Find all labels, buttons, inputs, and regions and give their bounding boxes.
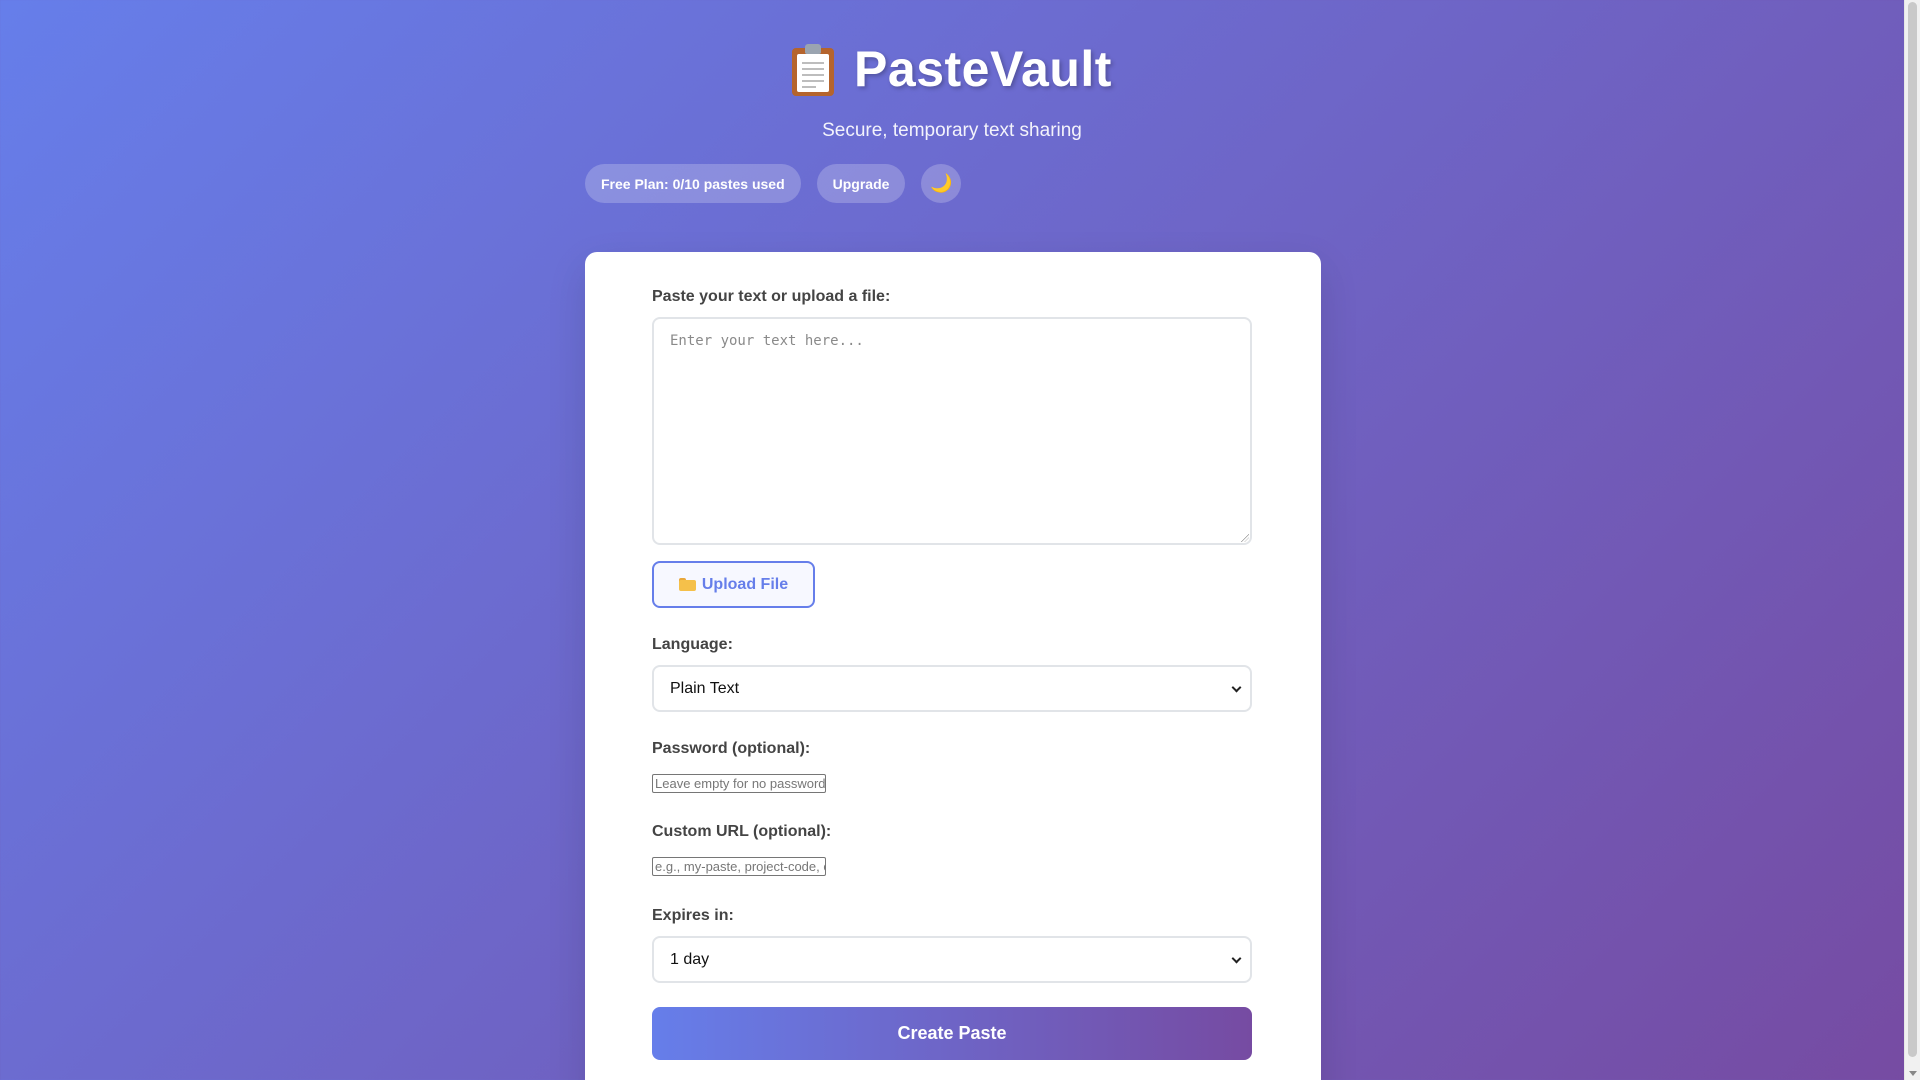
- custom-url-label: Custom URL (optional):: [652, 823, 832, 840]
- scroll-down-arrow-icon[interactable]: [1909, 1071, 1917, 1076]
- plan-usage-badge: Free Plan: 0/10 pastes used: [585, 164, 801, 203]
- password-label: Password (optional):: [652, 740, 811, 757]
- chevron-down-icon: [1231, 953, 1242, 964]
- create-paste-button[interactable]: Create Paste: [652, 1007, 1252, 1060]
- scrollbar-thumb[interactable]: [1908, 2, 1917, 1057]
- custom-url-input[interactable]: e.g., my-paste, project-code, etc.: [652, 857, 826, 876]
- textarea-resize-handle[interactable]: [1241, 534, 1249, 542]
- folder-icon: [678, 578, 696, 591]
- title-row: PasteVault: [0, 40, 1904, 98]
- password-input[interactable]: Leave empty for no password: [652, 774, 826, 793]
- app-subtitle: Secure, temporary text sharing: [822, 120, 1082, 141]
- moon-icon: 🌙: [930, 173, 953, 193]
- chevron-down-icon: [1231, 682, 1242, 693]
- upload-file-button[interactable]: Upload File: [652, 561, 815, 608]
- password-placeholder: Leave empty for no password: [655, 776, 826, 791]
- status-bar: Free Plan: 0/10 pastes used Upgrade 🌙: [585, 164, 962, 203]
- upload-file-label: Upload File: [701, 575, 789, 593]
- theme-toggle-button[interactable]: 🌙: [921, 164, 962, 203]
- custom-url-placeholder: e.g., my-paste, project-code, etc.: [655, 859, 826, 874]
- paste-form-card: Paste your text or upload a file: Upload…: [585, 252, 1321, 1080]
- page: PasteVault Secure, temporary text sharin…: [0, 0, 1904, 1080]
- language-select-value: Plain Text: [670, 679, 740, 697]
- app-title: PasteVault: [854, 41, 1112, 97]
- vertical-scrollbar[interactable]: [1904, 0, 1920, 1080]
- expires-label: Expires in:: [652, 907, 734, 924]
- language-label: Language:: [652, 636, 733, 653]
- upgrade-button[interactable]: Upgrade: [816, 164, 906, 203]
- expires-select-value: 1 day: [670, 950, 710, 968]
- expires-select[interactable]: 1 day: [652, 936, 1252, 983]
- language-select[interactable]: Plain Text: [652, 665, 1252, 712]
- clipboard-icon: [792, 42, 835, 96]
- content-label: Paste your text or upload a file:: [652, 288, 891, 305]
- paste-content-textarea[interactable]: [652, 317, 1252, 545]
